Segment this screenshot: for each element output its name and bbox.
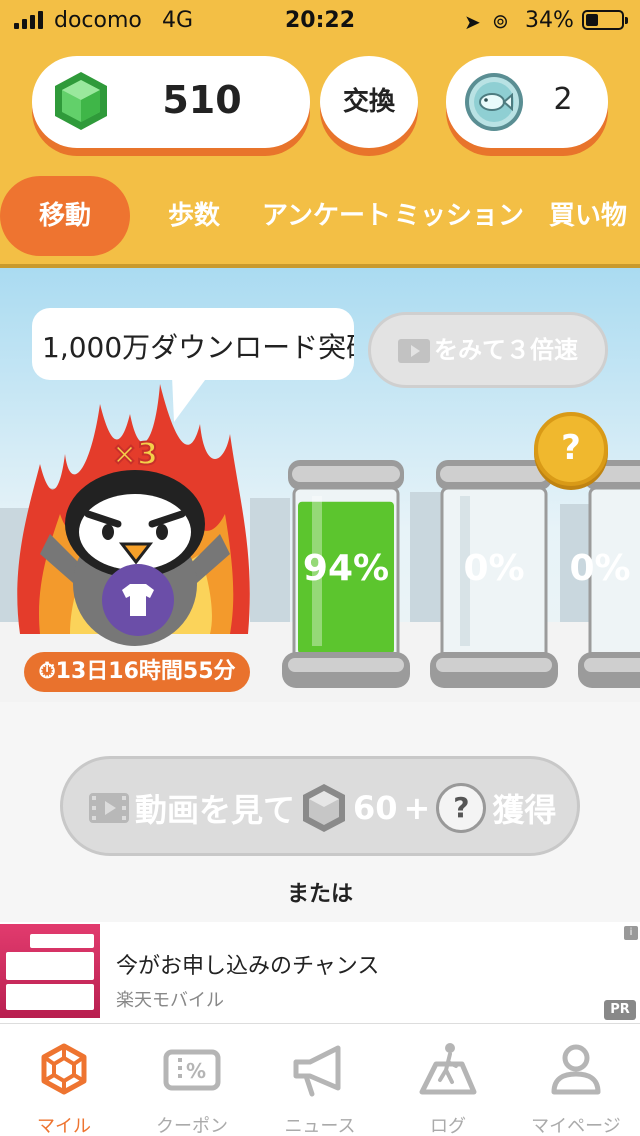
gem-balance[interactable]: 510 bbox=[32, 56, 310, 148]
boost-timer: ⏱13日16時間55分 bbox=[24, 652, 250, 692]
nav-news[interactable]: ニュース bbox=[256, 1024, 384, 1136]
ticket-count: 2 bbox=[553, 82, 573, 117]
penguin-character-icon: ×3 bbox=[17, 384, 250, 646]
watch-video-speedup-button[interactable]: をみて３倍速 bbox=[368, 312, 608, 388]
nav-label: ニュース bbox=[284, 1116, 356, 1136]
gem-icon bbox=[303, 784, 346, 832]
ad-info-icon[interactable]: i bbox=[624, 926, 638, 940]
tab-mission[interactable]: ミッション bbox=[394, 176, 524, 256]
status-bar: docomo 4G 20:22 ➤ ⊚ 34% bbox=[0, 0, 640, 40]
gem-icon bbox=[55, 72, 107, 130]
tab-steps[interactable]: 歩数 bbox=[134, 176, 254, 256]
film-icon bbox=[89, 793, 129, 823]
location-arrow-icon: ➤ bbox=[464, 10, 481, 34]
mystery-badge[interactable]: ? bbox=[534, 412, 608, 486]
watch-video-reward-button[interactable]: 動画を見て 60 + ? 獲得 bbox=[60, 756, 580, 856]
battery-percent: 34% bbox=[525, 8, 574, 33]
watch-button-label: をみて３倍速 bbox=[434, 336, 578, 364]
video-gem-amount: 60 bbox=[353, 789, 398, 827]
header: 510 交換 2 移動 歩数 アンケート ミッション 買い物 bbox=[0, 40, 640, 268]
tab-move[interactable]: 移動 bbox=[0, 176, 130, 256]
ad-headline: 今がお申し込みのチャンス bbox=[116, 954, 380, 979]
gem-count: 510 bbox=[162, 78, 242, 122]
nav-label: マイル bbox=[37, 1116, 91, 1136]
ad-pr-badge: PR bbox=[604, 1000, 636, 1020]
user-icon bbox=[551, 1044, 601, 1095]
or-label: または bbox=[286, 882, 353, 907]
tank-percent: 94% bbox=[302, 548, 390, 589]
video-plus: + bbox=[403, 789, 431, 827]
svg-text:%: % bbox=[186, 1059, 206, 1083]
ad-banner[interactable]: 今がお申し込みのチャンス 楽天モバイル i PR bbox=[0, 922, 640, 1024]
nav-coupon[interactable]: % クーポン bbox=[128, 1024, 256, 1136]
film-icon bbox=[398, 339, 430, 363]
speech-bubble: 1,000万ダウンロード突破 bbox=[32, 308, 354, 380]
category-tabs: 移動 歩数 アンケート ミッション 買い物 bbox=[0, 176, 640, 256]
ticket-balance[interactable]: 2 bbox=[446, 56, 608, 148]
reward-area: 動画を見て 60 + ? 獲得 または bbox=[0, 702, 640, 922]
mystery-icon: ? bbox=[436, 783, 487, 833]
gem-outline-icon bbox=[41, 1043, 87, 1095]
tab-shopping[interactable]: 買い物 bbox=[540, 176, 636, 256]
nav-label: マイページ bbox=[531, 1116, 621, 1136]
nav-log[interactable]: ログ bbox=[384, 1024, 512, 1136]
video-suffix: 獲得 bbox=[492, 791, 557, 829]
coupon-icon: % bbox=[163, 1049, 221, 1091]
nav-label: クーポン bbox=[156, 1116, 228, 1136]
tab-survey[interactable]: アンケート bbox=[262, 176, 391, 256]
ad-sponsor: 楽天モバイル bbox=[116, 990, 224, 1011]
rotation-lock-icon: ⊚ bbox=[492, 9, 509, 33]
battery-icon bbox=[582, 10, 628, 30]
mileage-tank-3[interactable]: 0% bbox=[569, 456, 640, 696]
nav-label: ログ bbox=[430, 1116, 466, 1136]
bubble-text: 1,000万ダウンロード突破 bbox=[42, 331, 354, 364]
video-prefix: 動画を見て bbox=[135, 791, 296, 829]
nav-mile[interactable]: マイル bbox=[0, 1024, 128, 1136]
nav-mypage[interactable]: マイページ bbox=[512, 1024, 640, 1136]
mileage-scene: 1,000万ダウンロード突破 をみて３倍速 ×3 ⏱13日16時間55分 94%… bbox=[0, 268, 640, 702]
megaphone-icon bbox=[293, 1045, 341, 1097]
mileage-tank-1[interactable]: 94% bbox=[282, 456, 410, 696]
bottom-navigation: マイル % クーポン ニュース ログ マイページ bbox=[0, 1024, 640, 1136]
timer-text: 13日16時間55分 bbox=[55, 659, 236, 684]
fish-coin-icon bbox=[465, 73, 523, 131]
ad-thumbnail bbox=[0, 924, 100, 1018]
multiplier-label: ×3 bbox=[112, 437, 158, 472]
walking-log-icon bbox=[419, 1043, 477, 1095]
tank-percent: 0% bbox=[569, 548, 631, 589]
exchange-button[interactable]: 交換 bbox=[320, 56, 418, 148]
